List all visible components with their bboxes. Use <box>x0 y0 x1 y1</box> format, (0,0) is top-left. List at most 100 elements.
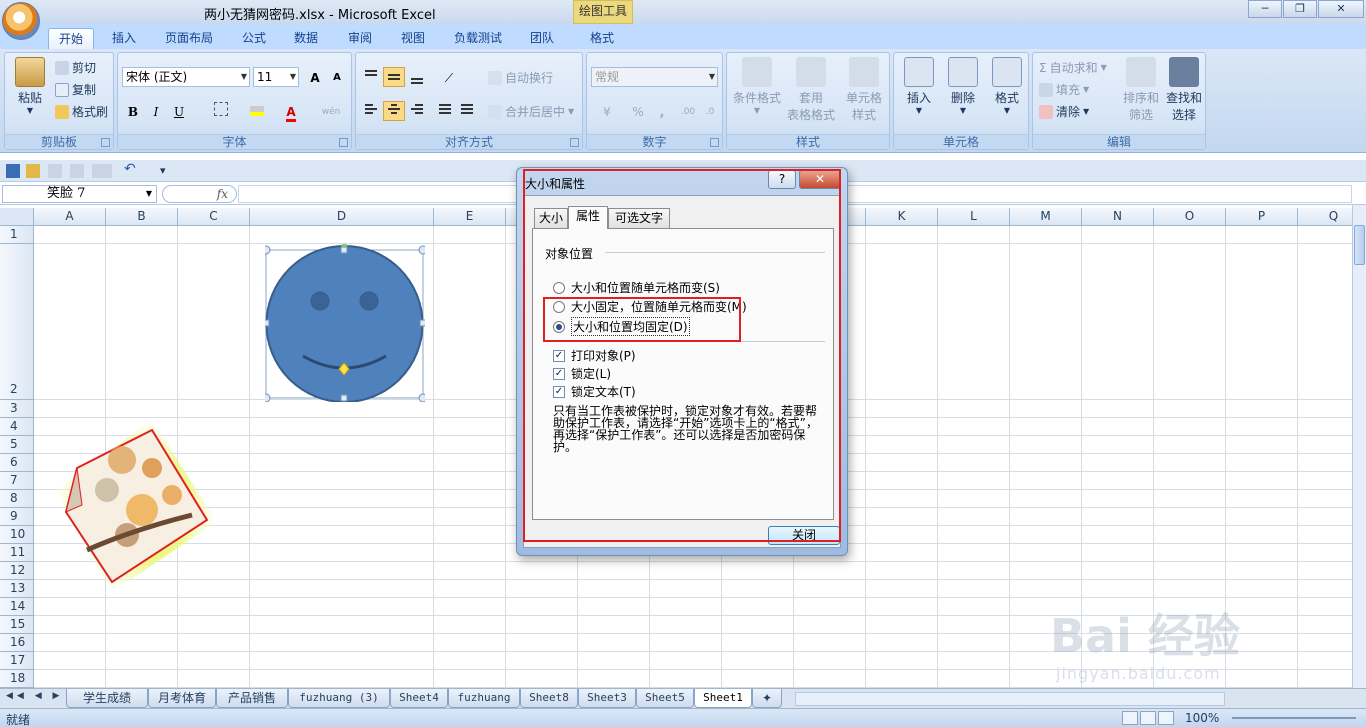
row-header[interactable]: 14 <box>0 598 34 616</box>
sheet-tab[interactable]: Sheet5 <box>636 689 694 708</box>
row-header[interactable]: 17 <box>0 652 34 670</box>
orientation-button[interactable]: ⟋ <box>434 67 464 87</box>
column-header[interactable]: B <box>106 208 178 226</box>
tab-format[interactable]: 格式 <box>582 28 622 49</box>
row-header[interactable]: 16 <box>0 634 34 652</box>
row-header[interactable]: 5 <box>0 436 34 454</box>
cut-button[interactable]: 剪切 <box>55 59 96 76</box>
row-header[interactable]: 7 <box>0 472 34 490</box>
autosum-button[interactable]: Σ 自动求和 ▼ <box>1039 59 1107 76</box>
tab-load-test[interactable]: 负载测试 <box>447 28 509 49</box>
tab-data[interactable]: 数据 <box>286 28 326 49</box>
wrap-text-button[interactable]: 自动换行 <box>488 69 553 86</box>
column-header[interactable]: N <box>1082 208 1154 226</box>
merge-center-button[interactable]: 合并后居中 ▼ <box>488 103 574 120</box>
copy-button[interactable]: 复制 <box>55 81 96 98</box>
sheet-tab[interactable]: Sheet4 <box>390 689 448 708</box>
new-sheet-icon[interactable]: ✦ <box>752 689 782 708</box>
office-button[interactable] <box>2 2 40 40</box>
row-header[interactable]: 8 <box>0 490 34 508</box>
column-header[interactable]: Q <box>1298 208 1352 226</box>
column-header[interactable]: A <box>34 208 106 226</box>
print-preview-icon[interactable] <box>48 164 62 178</box>
column-header[interactable]: O <box>1154 208 1226 226</box>
align-right-button[interactable] <box>406 101 428 121</box>
decrease-indent-button[interactable] <box>434 101 456 121</box>
smiley-shape[interactable] <box>265 244 425 402</box>
increase-indent-button[interactable] <box>456 101 478 121</box>
clipboard-launcher[interactable] <box>101 138 110 147</box>
insert-cells-button[interactable]: 插入 ▼ <box>898 57 940 115</box>
sheet-tab[interactable]: Sheet8 <box>520 689 578 708</box>
number-format-combo[interactable]: 常规 ▼ <box>591 67 718 87</box>
number-launcher[interactable] <box>710 138 719 147</box>
horizontal-scrollbar[interactable] <box>795 692 1225 706</box>
percent-button[interactable]: % <box>627 101 649 121</box>
page-layout-view-icon[interactable] <box>1140 711 1156 725</box>
tab-formulas[interactable]: 公式 <box>234 28 274 49</box>
paste-button[interactable]: 粘贴 ▼ <box>11 57 49 115</box>
align-bottom-button[interactable] <box>406 67 428 87</box>
insert-function-button[interactable]: fx <box>162 185 237 203</box>
sheet-tab[interactable]: 月考体育 <box>148 689 216 708</box>
customize-qat-icon[interactable]: ▾ <box>160 164 166 177</box>
normal-view-icon[interactable] <box>1122 711 1138 725</box>
find-select-button[interactable]: 查找和 选择 <box>1163 57 1205 123</box>
tab-team[interactable]: 团队 <box>522 28 562 49</box>
column-header[interactable]: C <box>178 208 250 226</box>
border-button[interactable] <box>204 101 238 121</box>
zoom-slider[interactable] <box>1232 717 1356 719</box>
alignment-launcher[interactable] <box>570 138 579 147</box>
column-header[interactable]: P <box>1226 208 1298 226</box>
phonetic-button[interactable]: wén <box>314 101 348 121</box>
minimize-button[interactable]: ─ <box>1248 0 1282 18</box>
align-left-button[interactable] <box>360 101 382 121</box>
cell-styles-button[interactable]: 单元格 样式 <box>839 57 889 123</box>
delete-cells-button[interactable]: 删除 ▼ <box>942 57 984 115</box>
row-header[interactable]: 2 <box>0 244 34 400</box>
increase-decimal-button[interactable]: .00 <box>677 101 699 121</box>
row-header[interactable]: 13 <box>0 580 34 598</box>
fill-button[interactable]: 填充 ▼ <box>1039 81 1089 98</box>
undo-icon[interactable]: ↶ <box>124 161 136 177</box>
sheet-tab-active[interactable]: Sheet1 <box>694 689 752 708</box>
tab-view[interactable]: 视图 <box>393 28 433 49</box>
row-header[interactable]: 18 <box>0 670 34 688</box>
format-cells-button[interactable]: 格式 ▼ <box>986 57 1028 115</box>
tab-home[interactable]: 开始 <box>48 28 94 49</box>
save-icon[interactable] <box>6 164 20 178</box>
conditional-format-button[interactable]: 条件格式 ▼ <box>731 57 783 115</box>
zoom-level[interactable]: 100% <box>1185 711 1219 725</box>
sheet-tab[interactable]: 学生成绩 <box>66 689 148 708</box>
comma-button[interactable]: , <box>651 101 673 121</box>
sheet-tab[interactable]: 产品销售 <box>216 689 288 708</box>
column-header[interactable]: E <box>434 208 506 226</box>
currency-button[interactable]: ¥ <box>591 101 623 121</box>
bold-button[interactable]: B <box>122 101 144 121</box>
decrease-decimal-button[interactable]: .0 <box>699 101 721 121</box>
column-header[interactable]: D <box>250 208 434 226</box>
restore-button[interactable]: ❐ <box>1283 0 1317 18</box>
select-all-corner[interactable] <box>0 208 34 226</box>
row-header[interactable]: 11 <box>0 544 34 562</box>
open-icon[interactable] <box>26 164 40 178</box>
vertical-scrollbar[interactable] <box>1352 205 1366 688</box>
row-header[interactable]: 10 <box>0 526 34 544</box>
table-format-button[interactable]: 套用 表格格式 <box>785 57 837 123</box>
autumn-leaves-picture[interactable] <box>52 420 222 595</box>
column-header[interactable]: K <box>866 208 938 226</box>
grow-font-button[interactable]: A <box>304 67 326 87</box>
format-painter-button[interactable]: 格式刷 <box>55 103 108 120</box>
page-break-view-icon[interactable] <box>1158 711 1174 725</box>
clear-button[interactable]: 清除 ▼ <box>1039 103 1089 120</box>
align-middle-button[interactable] <box>383 67 405 87</box>
table-icon[interactable] <box>92 164 112 178</box>
sheet-tab[interactable]: fuzhuang <box>448 689 520 708</box>
font-color-button[interactable]: A <box>276 101 306 122</box>
sort-filter-button[interactable]: 排序和 筛选 <box>1121 57 1161 123</box>
row-header[interactable]: 3 <box>0 400 34 418</box>
font-launcher[interactable] <box>339 138 348 147</box>
drawing-tools-context-tab[interactable]: 绘图工具 <box>573 0 633 24</box>
sheet-tab[interactable]: fuzhuang (3) <box>288 689 390 708</box>
underline-button[interactable]: U <box>168 101 190 121</box>
